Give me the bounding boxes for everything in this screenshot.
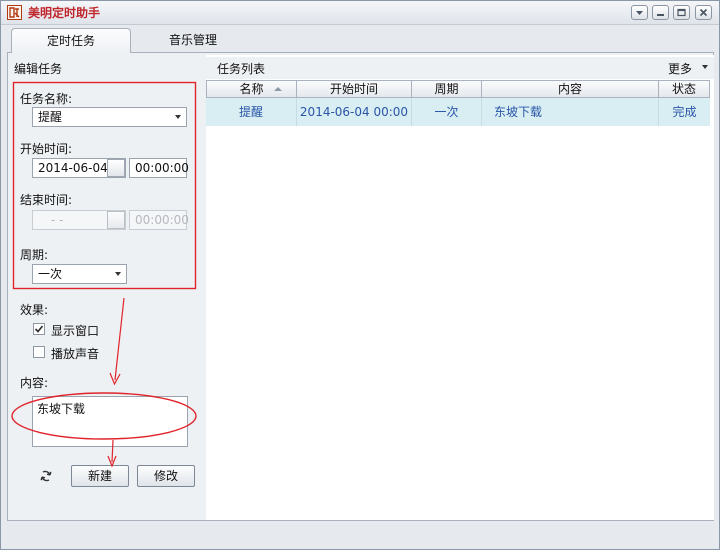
refresh-icon[interactable]	[39, 469, 53, 483]
column-header-status[interactable]: 状态	[659, 80, 710, 98]
minimize-icon[interactable]	[652, 5, 669, 20]
end-time-input[interactable]: 00:00:00	[129, 210, 189, 230]
modify-button[interactable]: 修改	[137, 465, 195, 487]
edit-task-heading: 编辑任务	[14, 62, 63, 76]
tab-music-management[interactable]: 音乐管理	[133, 28, 253, 53]
tab-scheduled-tasks[interactable]: 定时任务	[11, 28, 131, 53]
end-time-value: 00:00:00	[135, 213, 189, 227]
table-row[interactable]: 提醒 2014-06-04 00:00 一次 东坡下载 完成	[206, 98, 710, 126]
play-sound-checkbox[interactable]	[33, 346, 45, 358]
effect-label: 效果:	[20, 303, 49, 317]
end-time-label: 结束时间:	[20, 193, 73, 207]
window-title: 美明定时助手	[28, 6, 101, 20]
start-time-input[interactable]: 00:00:00	[129, 158, 189, 178]
content-label: 内容:	[20, 376, 49, 390]
chevron-down-icon[interactable]	[702, 65, 708, 69]
play-sound-label: 播放声音	[51, 347, 100, 361]
app-window: 美明定时助手 定时任务 音乐管理 编辑任务 任务名称: 提醒 开始时间: 201…	[0, 0, 720, 550]
start-time-label: 开始时间:	[20, 142, 73, 156]
end-date-value: - -	[51, 213, 64, 227]
task-list-header	[206, 57, 714, 79]
show-window-checkbox[interactable]	[33, 323, 45, 335]
new-button[interactable]: 新建	[71, 465, 129, 487]
cell-name: 提醒	[206, 98, 297, 126]
column-header-period[interactable]: 周期	[412, 80, 482, 98]
task-name-select[interactable]: 提醒	[32, 107, 187, 127]
start-date-calendar-icon[interactable]	[107, 159, 125, 177]
start-time-value: 00:00:00	[135, 161, 189, 175]
start-date-value: 2014-06-04	[38, 161, 108, 175]
task-name-label: 任务名称:	[20, 92, 73, 106]
dropdown-icon[interactable]	[631, 5, 648, 20]
task-name-value: 提醒	[38, 110, 63, 124]
period-select[interactable]: 一次	[32, 264, 127, 284]
chevron-down-icon	[115, 272, 121, 276]
column-header-start-time[interactable]: 开始时间	[297, 80, 412, 98]
close-icon[interactable]	[695, 5, 712, 20]
restore-icon[interactable]	[673, 5, 690, 20]
content-textarea[interactable]: 东坡下载	[32, 396, 188, 447]
title-bar[interactable]: 美明定时助手	[1, 1, 719, 25]
column-header-name[interactable]: 名称	[206, 80, 297, 98]
task-list-heading: 任务列表	[217, 62, 266, 76]
cell-content: 东坡下载	[482, 98, 659, 126]
end-date-calendar-icon[interactable]	[107, 211, 125, 229]
more-menu-button[interactable]: 更多	[668, 60, 692, 77]
chevron-down-icon	[175, 115, 181, 119]
column-header-content[interactable]: 内容	[482, 80, 659, 98]
cell-period: 一次	[412, 98, 482, 126]
content-value: 东坡下载	[37, 402, 86, 416]
task-table-header: 名称 开始时间 周期 内容 状态	[206, 80, 710, 98]
show-window-label: 显示窗口	[51, 324, 100, 338]
app-logo-icon	[7, 5, 22, 20]
cell-status: 完成	[672, 105, 697, 119]
period-label: 周期:	[20, 248, 49, 262]
sort-ascending-icon	[274, 87, 282, 91]
period-value: 一次	[38, 267, 63, 281]
cell-start-time: 2014-06-04 00:00	[297, 98, 412, 126]
